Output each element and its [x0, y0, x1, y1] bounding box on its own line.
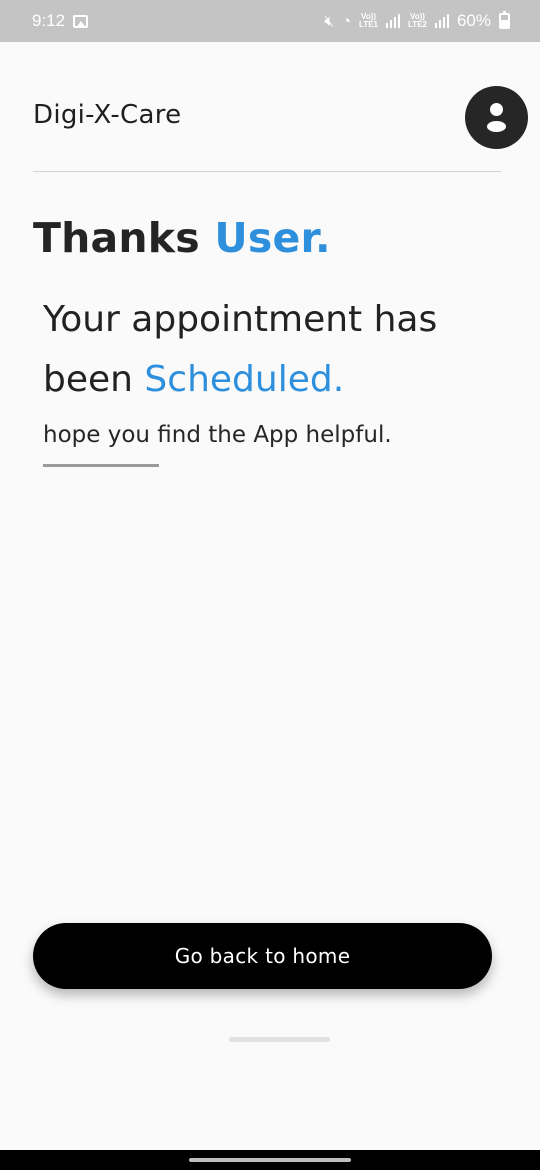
lte1-indicator: Vo)) LTE1 — [359, 13, 378, 29]
battery-percent: 60% — [456, 11, 491, 30]
home-gesture-handle[interactable] — [189, 1158, 351, 1162]
hint-text: hope you find the App helpful. — [43, 422, 392, 448]
page-indicator — [229, 1037, 330, 1042]
lte2-indicator: Vo)) LTE2 — [408, 13, 427, 29]
status-time: 9:12 — [32, 11, 66, 30]
status-bar-left: 9:12 — [32, 11, 89, 31]
status-bar-right: 🔇︎ ◔ Vo)) LTE1 Vo)) LTE2 60% — [325, 11, 510, 31]
user-name: User. — [214, 214, 331, 262]
appointment-message: Your appointment has been Scheduled. — [43, 290, 513, 410]
user-icon-body — [487, 121, 506, 132]
thanks-prefix: Thanks — [33, 214, 200, 262]
lte2-label: LTE2 — [408, 20, 427, 29]
header-divider — [33, 171, 501, 172]
thanks-heading: Thanks User. — [33, 214, 331, 262]
signal-icon — [434, 14, 449, 28]
navigation-bar — [0, 1150, 540, 1170]
status-bar: 9:12 🔇︎ ◔ Vo)) LTE1 Vo)) LTE2 60% — [0, 0, 540, 42]
wifi-icon: ◔ — [341, 12, 352, 30]
app-title: Digi-X-Care — [33, 100, 182, 130]
signal-icon — [386, 14, 400, 28]
image-icon — [73, 14, 89, 28]
user-icon — [490, 103, 503, 116]
go-back-home-label: Go back to home — [174, 944, 351, 968]
battery-icon — [499, 11, 510, 29]
hint-underline — [43, 464, 159, 467]
message-status: Scheduled. — [144, 359, 345, 400]
profile-button[interactable] — [465, 86, 528, 149]
mute-icon: 🔇︎ — [324, 12, 334, 30]
lte1-label: LTE1 — [359, 20, 378, 29]
go-back-home-button[interactable]: Go back to home — [33, 923, 492, 989]
screen: 9:12 🔇︎ ◔ Vo)) LTE1 Vo)) LTE2 60% Digi-X… — [0, 0, 540, 1170]
